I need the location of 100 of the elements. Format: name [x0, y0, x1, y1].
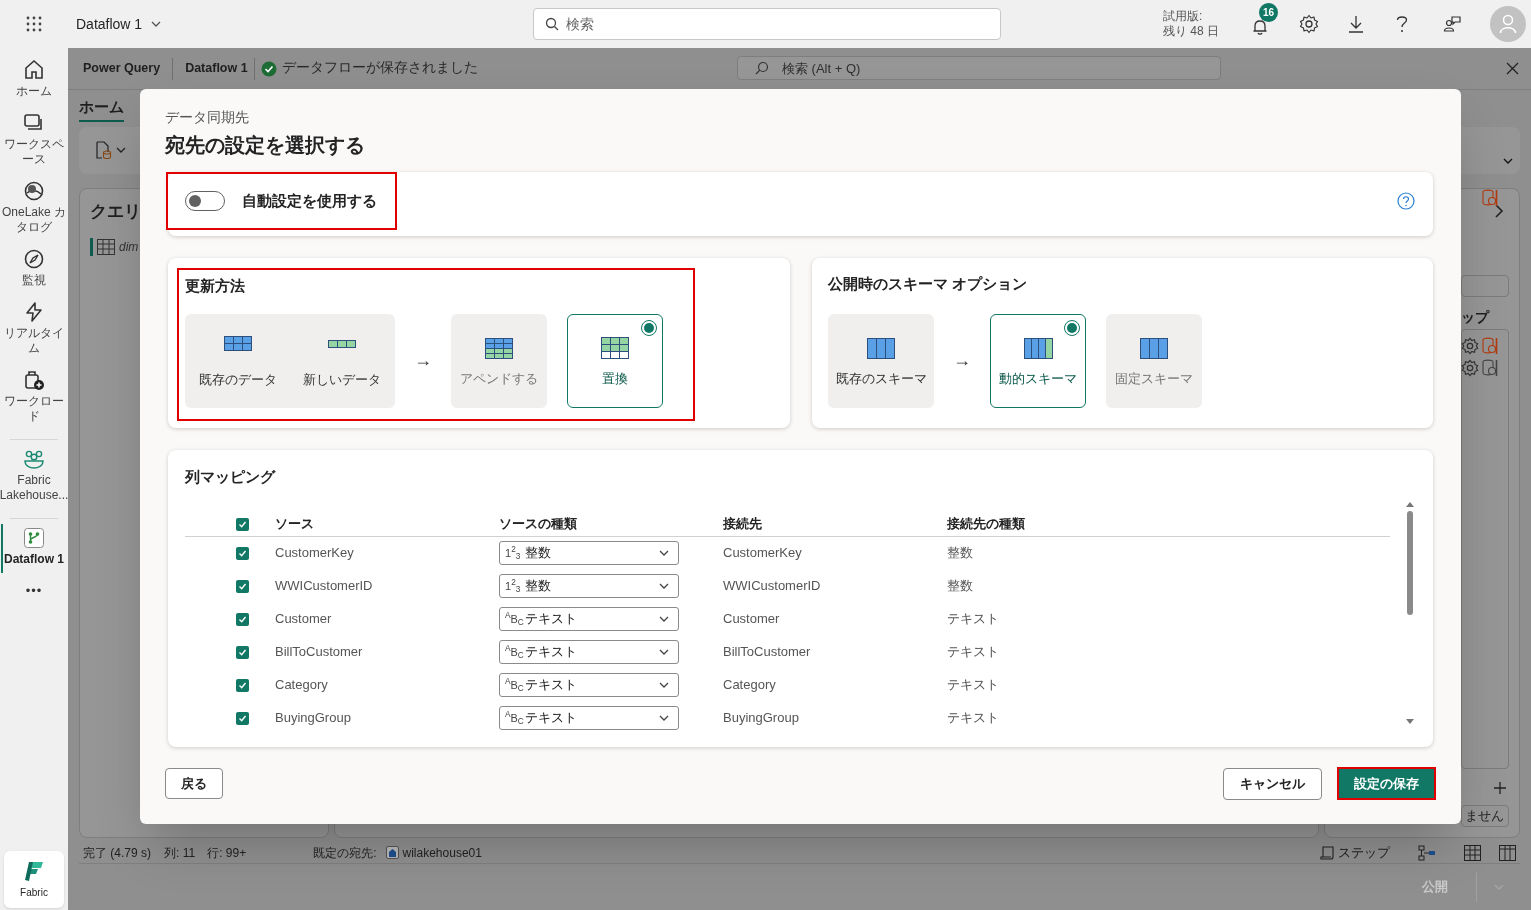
checkmark-icon: [238, 519, 247, 529]
section-title: 列マッピング: [185, 467, 277, 487]
table-cell-text: テキスト: [947, 676, 999, 695]
table-view-icon[interactable]: [1464, 844, 1481, 861]
tile-label: 既存のデータ: [199, 370, 277, 389]
checkmark-icon: [238, 713, 247, 723]
bag-plus-icon: [22, 368, 46, 392]
option-tile[interactable]: 動的スキーマ: [990, 313, 1086, 408]
option-tile[interactable]: 固定スキーマ: [1106, 313, 1202, 408]
arrow: →: [953, 349, 971, 372]
dataflow-name[interactable]: Dataflow 1: [185, 59, 248, 78]
nav-item[interactable]: ホーム: [0, 56, 68, 101]
cancel-button[interactable]: キャンセル: [1223, 767, 1322, 800]
table-cell-text: BillToCustomer: [723, 643, 811, 662]
table-cell-text: Customer: [723, 610, 780, 629]
option-tile[interactable]: 置換: [567, 313, 663, 408]
table-grid-icon: [224, 336, 252, 352]
type-dropdown[interactable]: $^{A}$B$_{C}$ テキスト: [499, 673, 679, 697]
checkbox[interactable]: [236, 645, 249, 659]
scroll-icon: [1319, 844, 1335, 861]
workspace-item-menu[interactable]: Dataflow 1: [76, 13, 163, 35]
ribbon-tab[interactable]: ホーム: [79, 96, 124, 122]
column-header: ソース: [275, 515, 314, 534]
column-count: 列: 11: [164, 844, 196, 862]
nav-item[interactable]: OneLake カタログ: [0, 177, 68, 237]
more-button[interactable]: •••: [25, 581, 43, 601]
checkmark-icon: [238, 614, 247, 624]
schema-view-icon[interactable]: [1499, 844, 1516, 861]
scroll-down-icon[interactable]: [1406, 718, 1414, 725]
scrollbar[interactable]: [1404, 500, 1416, 725]
type-dropdown[interactable]: $^{A}$B$_{C}$ テキスト: [499, 607, 679, 631]
chevron-right-icon[interactable]: [1494, 203, 1504, 218]
checkmark-icon: [238, 548, 247, 558]
scroll-up-icon[interactable]: [1406, 500, 1414, 507]
checkbox[interactable]: [236, 579, 249, 593]
app-name: Power Query: [83, 60, 161, 78]
download-icon[interactable]: [1347, 14, 1365, 34]
type-dropdown[interactable]: 1$^{2}$$_{3}$ 整数: [499, 574, 679, 598]
nav-item[interactable]: 監視: [0, 245, 68, 290]
feedback-icon[interactable]: [1443, 15, 1461, 33]
back-button[interactable]: 戻る: [165, 768, 223, 799]
type-dropdown[interactable]: 1$^{2}$$_{3}$ 整数: [499, 541, 679, 565]
status-text: 完了 (4.79 s): [83, 844, 151, 862]
type-dropdown[interactable]: $^{A}$B$_{C}$ テキスト: [499, 706, 679, 730]
table-icon: [97, 239, 115, 255]
destination-label: 既定の宛先:: [313, 844, 377, 862]
save-status: データフローが保存されました: [281, 59, 478, 78]
table-cell-text: Category: [275, 676, 328, 695]
fabric-logo-icon: [24, 859, 44, 882]
table-cell-text: Customer: [275, 610, 332, 629]
trial-label: 試用版:: [1163, 9, 1204, 24]
checkbox[interactable]: [236, 711, 249, 725]
file-database-icon[interactable]: [95, 140, 113, 160]
type-dropdown[interactable]: $^{A}$B$_{C}$ テキスト: [499, 640, 679, 664]
row-count: 行: 99+: [207, 844, 247, 862]
toggle-label: 自動設定を使用する: [242, 190, 377, 211]
checkmark-icon: [238, 581, 247, 591]
add-icon[interactable]: [1493, 780, 1507, 795]
option-tile[interactable]: アペンドする: [451, 313, 547, 408]
search-field[interactable]: 検索: [533, 8, 1001, 40]
table-cell-text: CustomerKey: [723, 544, 802, 563]
close-icon[interactable]: [1506, 62, 1519, 75]
column-header: 接続先の種類: [947, 515, 1025, 534]
panel-title: クエリ: [90, 200, 141, 223]
nav-item[interactable]: ワークロード: [0, 366, 68, 426]
lakehouse-icon: [385, 846, 399, 859]
table-cell-text: BuyingGroup: [275, 709, 351, 728]
settings-icon[interactable]: [1299, 14, 1319, 34]
save-button[interactable]: 設定の保存: [1337, 767, 1436, 800]
append-table-icon: [485, 337, 513, 359]
fabric-button[interactable]: Fabric: [4, 851, 64, 908]
data-type-icon: $^{A}$B$_{C}$: [505, 646, 525, 658]
steps-toggle-button[interactable]: ステップ: [1319, 842, 1390, 863]
search-field[interactable]: 検索 (Alt + Q): [737, 56, 1221, 80]
columns-icon: [1140, 337, 1168, 359]
globe-icon: [22, 179, 46, 203]
nav-item[interactable]: ワークスペース: [0, 109, 68, 169]
search-icon: [755, 61, 769, 75]
checkbox[interactable]: [236, 612, 249, 626]
search-icon: [545, 17, 559, 31]
checkbox[interactable]: [236, 546, 249, 560]
table-cell-text: テキスト: [947, 610, 999, 629]
trial-days-remaining: 残り 48 日: [1163, 24, 1219, 39]
checkbox[interactable]: [236, 517, 249, 531]
data-type-icon: $^{A}$B$_{C}$: [505, 712, 525, 724]
checkbox[interactable]: [236, 678, 249, 692]
bell-icon[interactable]: [1251, 18, 1269, 36]
column-header: 接続先: [723, 515, 762, 534]
query-item[interactable]: dim: [90, 238, 139, 256]
section-heading: ップ: [1461, 307, 1489, 327]
help-icon[interactable]: [1395, 14, 1409, 34]
diagram-view-icon[interactable]: [1418, 844, 1436, 861]
app-launcher-icon[interactable]: [25, 15, 43, 33]
success-check-icon: [260, 60, 277, 77]
toggle-switch[interactable]: [185, 191, 225, 211]
section-title: 更新方法: [185, 276, 246, 296]
nav-item[interactable]: リアルタイム: [0, 298, 68, 358]
columns-icon: [1023, 337, 1053, 359]
nav-item[interactable]: Fabric Lakehouse...: [0, 445, 68, 505]
notification-badge: 16: [1259, 3, 1278, 22]
